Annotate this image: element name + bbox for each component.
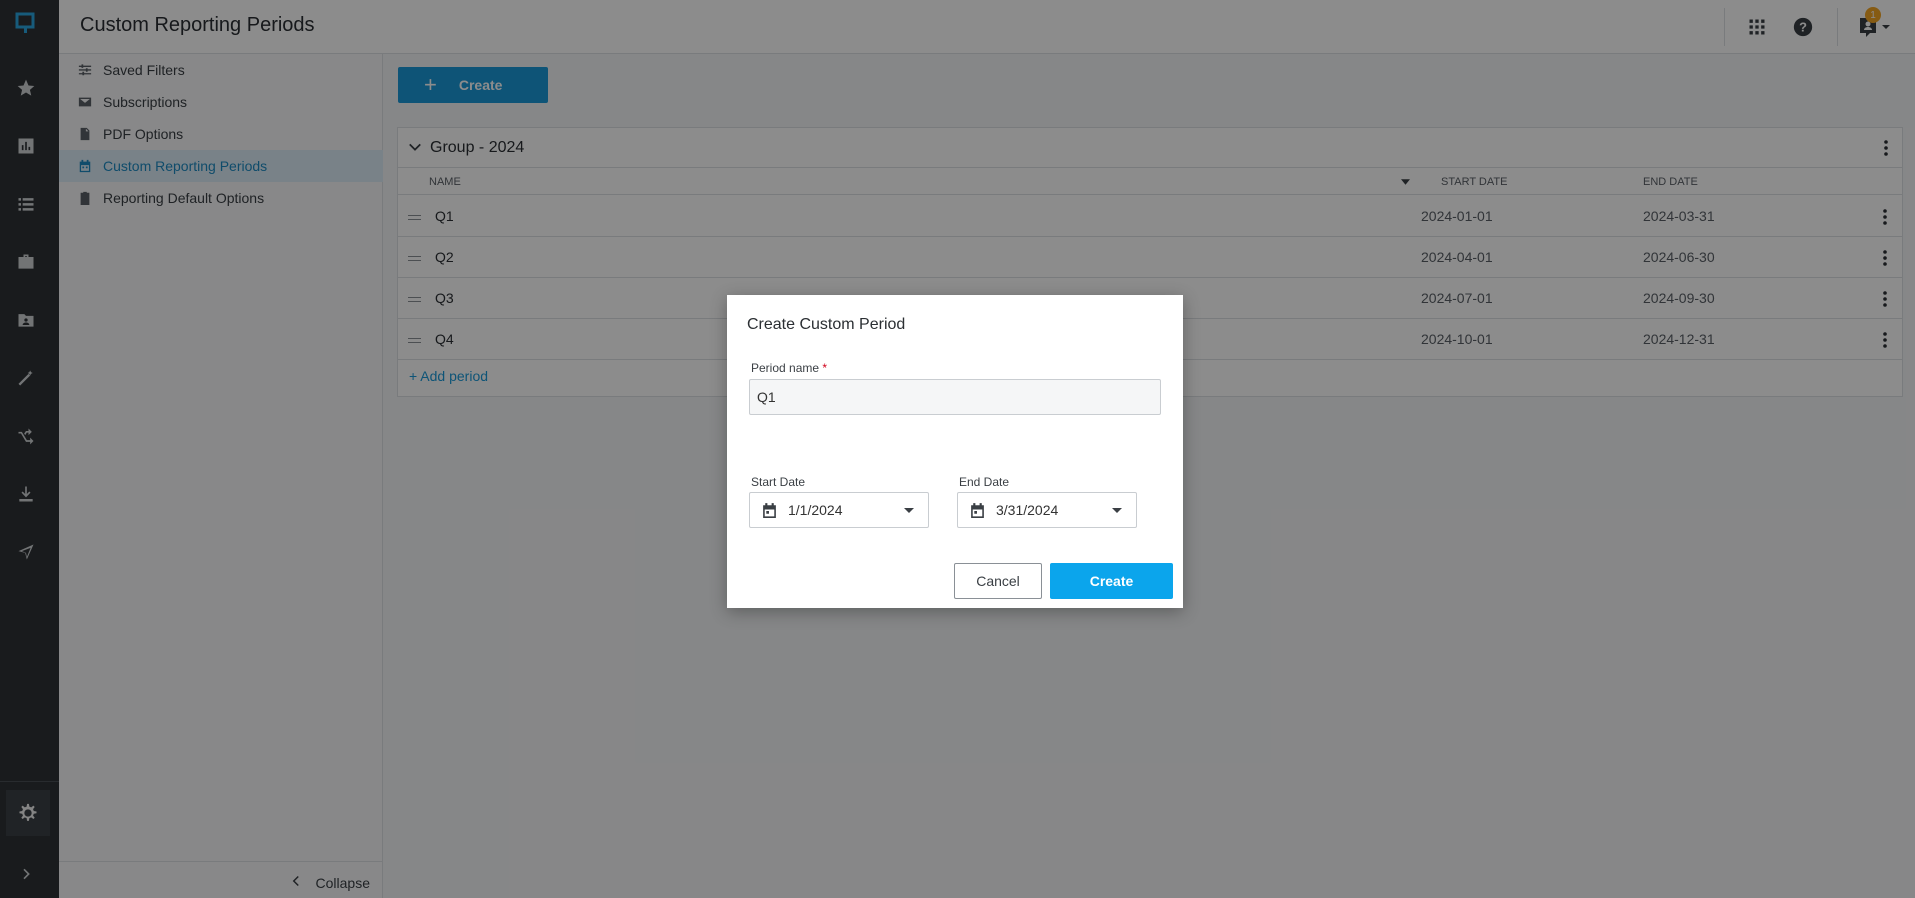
calendar-icon[interactable]: [760, 501, 778, 519]
create-period-dialog: Create Custom Period Period name * Start…: [727, 295, 1183, 608]
dropdown-caret-icon[interactable]: [904, 507, 914, 513]
dropdown-caret-icon[interactable]: [1112, 507, 1122, 513]
dialog-title: Create Custom Period: [747, 316, 906, 333]
required-mark: *: [822, 361, 828, 375]
end-date-label: End Date: [959, 475, 1010, 489]
calendar-icon[interactable]: [968, 501, 986, 519]
end-date-value[interactable]: 3/31/2024: [996, 502, 1112, 518]
period-name-label-text: Period name: [751, 361, 820, 375]
period-name-input[interactable]: [749, 379, 1161, 415]
cancel-button[interactable]: Cancel: [954, 563, 1042, 599]
period-name-label: Period name *: [751, 361, 827, 375]
confirm-create-button[interactable]: Create: [1050, 563, 1173, 599]
start-date-label: Start Date: [751, 475, 806, 489]
start-date-value[interactable]: 1/1/2024: [788, 502, 904, 518]
start-date-picker[interactable]: 1/1/2024: [749, 492, 929, 528]
end-date-picker[interactable]: 3/31/2024: [957, 492, 1137, 528]
